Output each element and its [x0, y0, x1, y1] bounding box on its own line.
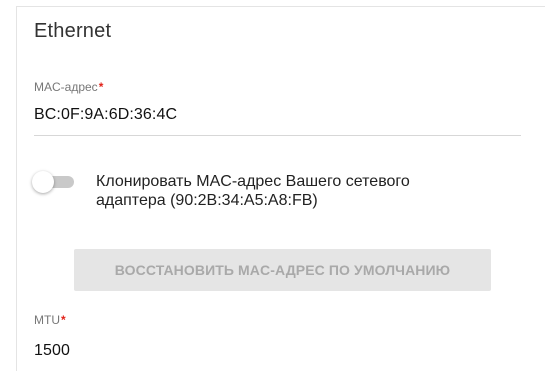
mac-address-input[interactable]: BC:0F:9A:6D:36:4C [34, 106, 177, 124]
mtu-field-label: MTU* [34, 313, 66, 327]
toggle-knob [32, 171, 54, 193]
mac-input-underline [34, 135, 521, 136]
ethernet-settings-panel: Ethernet MAC-адрес* BC:0F:9A:6D:36:4C Кл… [0, 0, 545, 371]
section-title: Ethernet [34, 20, 112, 42]
mac-label-text: MAC-адрес [34, 80, 98, 94]
clone-mac-toggle[interactable] [32, 171, 76, 193]
clone-mac-label-line1: Клонировать MAC-адрес Вашего сетевого [96, 173, 410, 190]
mtu-label-text: MTU [34, 313, 60, 327]
clone-mac-label-line2: адаптера (90:2B:34:A5:A8:FB) [96, 192, 318, 209]
mtu-required-mark: * [61, 313, 66, 327]
mtu-input[interactable]: 1500 [34, 342, 70, 360]
mac-required-mark: * [98, 80, 104, 94]
mac-field-label: MAC-адрес* [34, 80, 103, 94]
restore-default-mac-button[interactable]: ВОССТАНОВИТЬ MAC-АДРЕС ПО УМОЛЧАНИЮ [74, 249, 491, 291]
clone-mac-label[interactable]: Клонировать MAC-адрес Вашего сетевого ад… [96, 172, 516, 210]
